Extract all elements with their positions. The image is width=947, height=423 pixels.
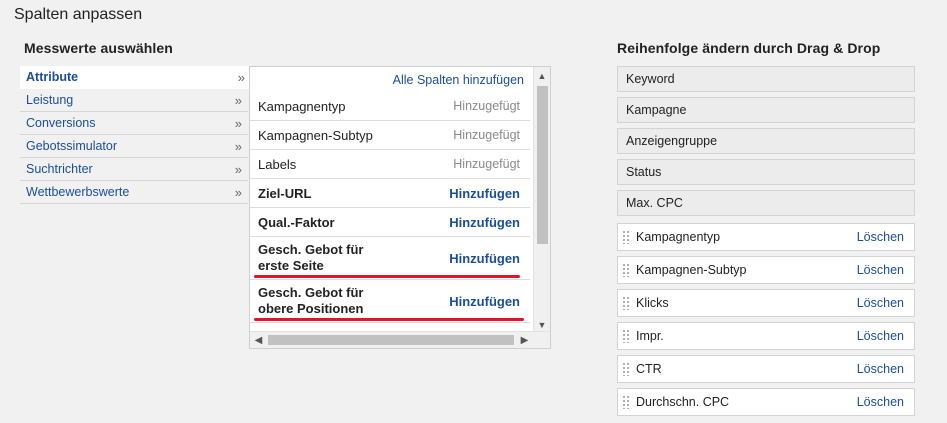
fixed-column: Anzeigengruppe <box>617 128 915 154</box>
scroll-left-icon[interactable]: ◀ <box>250 332 267 348</box>
metric-label: Labels <box>258 156 297 172</box>
delete-column-link[interactable]: Löschen <box>857 263 904 277</box>
metric-label-line: obere Positionen <box>258 301 364 316</box>
draggable-column[interactable]: Klicks Löschen <box>617 289 915 317</box>
category-attribute[interactable]: Attribute » <box>20 66 251 89</box>
chevron-right-icon: » <box>234 161 242 177</box>
fixed-column: Kampagne <box>617 97 915 123</box>
drag-handle-icon[interactable] <box>622 296 630 310</box>
chevron-right-icon: » <box>234 115 242 131</box>
metric-added-status: Hinzugefügt <box>453 128 520 142</box>
metric-row: Gesch. Gebot für obere Positionen Hinzuf… <box>250 280 530 323</box>
metric-row: Labels Hinzugefügt <box>250 150 530 179</box>
metric-row: Ziel-URL Hinzufügen <box>250 179 530 208</box>
select-metrics-heading: Messwerte auswählen <box>24 40 173 56</box>
scroll-thumb[interactable] <box>268 335 514 345</box>
category-wettbewerbswerte[interactable]: Wettbewerbswerte » <box>20 181 248 204</box>
metric-label: Gesch. Gebot für obere Positionen <box>258 285 363 317</box>
fixed-column: Keyword <box>617 66 915 92</box>
draggable-column[interactable]: Durchschn. CPC Löschen <box>617 388 915 416</box>
horizontal-scrollbar[interactable]: ◀ ▶ <box>250 331 550 348</box>
metric-label: Kampagnen-Subtyp <box>258 127 373 143</box>
metric-added-status: Hinzugefügt <box>453 99 520 113</box>
drag-handle-icon[interactable] <box>622 362 630 376</box>
vertical-scrollbar[interactable]: ▲ ▼ <box>533 67 550 333</box>
delete-column-link[interactable]: Löschen <box>857 296 904 310</box>
drag-handle-icon[interactable] <box>622 329 630 343</box>
add-metric-button[interactable]: Hinzufügen <box>449 215 520 230</box>
metric-label-line: Gesch. Gebot für <box>258 242 364 257</box>
drag-handle-icon[interactable] <box>622 395 630 409</box>
scroll-right-icon[interactable]: ▶ <box>516 332 533 348</box>
column-label: Durchschn. CPC <box>636 395 730 409</box>
metric-label: Qual.-Faktor <box>258 214 335 230</box>
fixed-column: Status <box>617 159 915 185</box>
category-label: Wettbewerbswerte <box>26 185 130 199</box>
fixed-column: Max. CPC <box>617 190 915 216</box>
metric-row: Kampagnen-Subtyp Hinzugefügt <box>250 121 530 150</box>
column-label: Kampagnen-Subtyp <box>636 263 747 277</box>
scroll-thumb[interactable] <box>537 86 548 244</box>
draggable-column[interactable]: Kampagnentyp Löschen <box>617 223 915 251</box>
metric-label-line: erste Seite <box>258 258 324 273</box>
chevron-right-icon: » <box>234 92 242 108</box>
delete-column-link[interactable]: Löschen <box>857 362 904 376</box>
reorder-heading: Reihenfolge ändern durch Drag & Drop <box>617 40 881 56</box>
add-metric-button[interactable]: Hinzufügen <box>449 294 520 309</box>
category-label: Leistung <box>26 93 74 107</box>
metric-added-status: Hinzugefügt <box>453 157 520 171</box>
metric-label: Gesch. Gebot für erste Seite <box>258 242 363 274</box>
category-leistung[interactable]: Leistung » <box>20 89 248 112</box>
metric-label: Kampagnentyp <box>258 98 346 114</box>
scroll-up-icon[interactable]: ▲ <box>534 67 550 84</box>
column-label: Klicks <box>636 296 669 310</box>
delete-column-link[interactable]: Löschen <box>857 395 904 409</box>
draggable-column[interactable]: Kampagnen-Subtyp Löschen <box>617 256 915 284</box>
metrics-list: Kampagnentyp Hinzugefügt Kampagnen-Subty… <box>250 92 530 323</box>
category-gebotssimulator[interactable]: Gebotssimulator » <box>20 135 248 158</box>
category-list: Attribute » Leistung » Conversions » Geb… <box>20 66 251 204</box>
delete-column-link[interactable]: Löschen <box>857 329 904 343</box>
category-label: Gebotssimulator <box>26 139 118 153</box>
metric-row: Qual.-Faktor Hinzufügen <box>250 208 530 237</box>
drag-handle-icon[interactable] <box>622 263 630 277</box>
add-all-columns-link[interactable]: Alle Spalten hinzufügen <box>393 73 524 87</box>
column-label: CTR <box>636 362 662 376</box>
column-label: Impr. <box>636 329 664 343</box>
column-order-list: Keyword Kampagne Anzeigengruppe Status M… <box>617 66 915 421</box>
metric-label-line: Gesch. Gebot für <box>258 285 364 300</box>
category-label: Attribute <box>26 70 79 84</box>
draggable-column[interactable]: CTR Löschen <box>617 355 915 383</box>
add-metric-button[interactable]: Hinzufügen <box>449 186 520 201</box>
draggable-column[interactable]: Impr. Löschen <box>617 322 915 350</box>
category-suchtrichter[interactable]: Suchtrichter » <box>20 158 248 181</box>
delete-column-link[interactable]: Löschen <box>857 230 904 244</box>
highlight-underline <box>254 275 520 278</box>
chevron-right-icon: » <box>234 138 242 154</box>
chevron-right-icon: » <box>237 69 245 85</box>
highlight-underline <box>254 318 524 321</box>
metric-label: Ziel-URL <box>258 185 312 201</box>
page-title: Spalten anpassen <box>14 6 143 23</box>
metric-row: Gesch. Gebot für erste Seite Hinzufügen <box>250 237 530 280</box>
category-conversions[interactable]: Conversions » <box>20 112 248 135</box>
chevron-right-icon: » <box>234 184 242 200</box>
category-label: Conversions <box>26 116 96 130</box>
drag-handle-icon[interactable] <box>622 230 630 244</box>
category-label: Suchtrichter <box>26 162 93 176</box>
column-label: Kampagnentyp <box>636 230 721 244</box>
add-metric-button[interactable]: Hinzufügen <box>449 251 520 266</box>
metrics-panel: Alle Spalten hinzufügen Kampagnentyp Hin… <box>249 66 551 349</box>
metric-row: Kampagnentyp Hinzugefügt <box>250 92 530 121</box>
